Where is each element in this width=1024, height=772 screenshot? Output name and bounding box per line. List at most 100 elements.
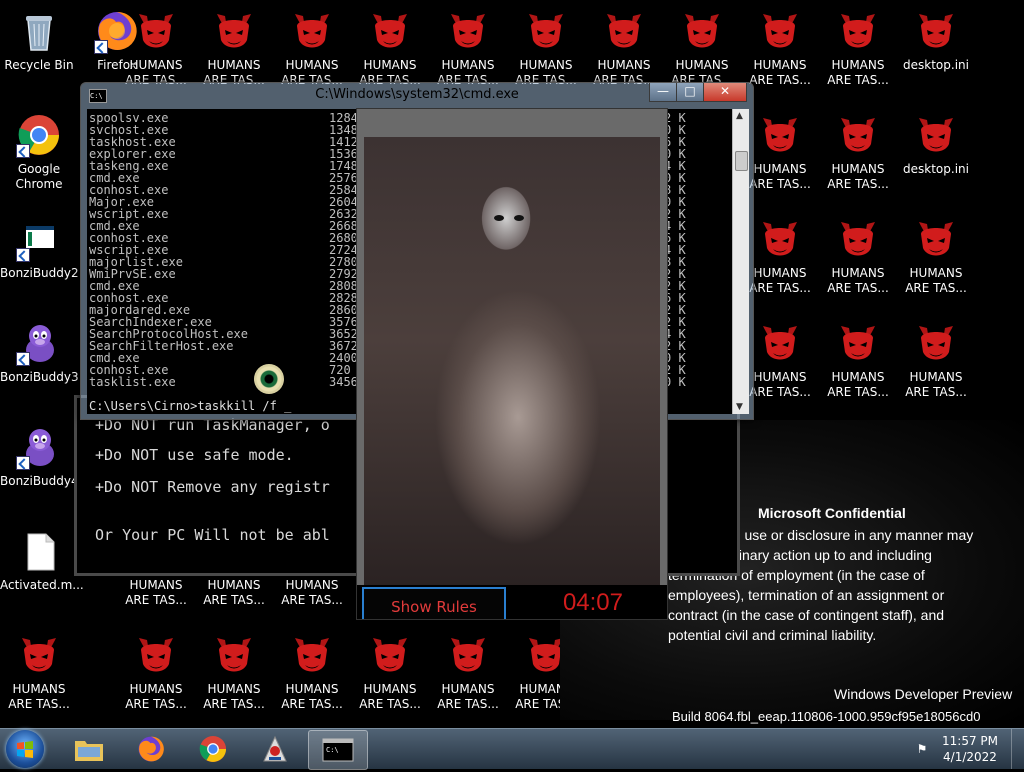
red-demon-icon: [16, 632, 62, 678]
desktop-icon-label: BonziBuddy4: [0, 474, 79, 488]
red-demon-icon: [679, 8, 725, 54]
red-demon-icon: [289, 8, 335, 54]
shortcut-arrow-icon: [16, 456, 30, 470]
build-watermark: Windows Developer Preview: [834, 686, 1013, 702]
ransom-rule: +Do NOT Remove any registr: [95, 478, 330, 496]
taskbar-cmd[interactable]: C:\: [308, 730, 368, 770]
desktop-icon-label: Recycle Bin: [4, 58, 74, 72]
shortcut-arrow-icon: [16, 144, 30, 158]
confidential-line: employees), termination of an assignment…: [668, 587, 945, 603]
shortcut-arrow-icon: [16, 248, 30, 262]
creepy-doll-image: [364, 137, 660, 589]
desktop-icon-humans-are-tas[interactable]: HUMANS ARE TAS...: [897, 316, 975, 412]
firefox-icon: [138, 736, 164, 762]
red-demon-icon: [445, 632, 491, 678]
process-name: tasklist.exe: [89, 375, 176, 389]
desktop-icon-label: HUMANS ARE TAS...: [827, 58, 889, 87]
minimize-button[interactable]: —: [649, 83, 677, 102]
desktop-icon-label: Google Chrome: [15, 162, 63, 191]
desktop-icon-label: desktop.ini: [903, 58, 969, 72]
scroll-thumb[interactable]: [735, 151, 748, 171]
purple-gorilla-icon: [16, 320, 62, 366]
taskbar-firefox[interactable]: [122, 730, 180, 768]
taskbar-explorer[interactable]: [60, 730, 118, 768]
desktop-icon-label: desktop.ini: [903, 162, 969, 176]
red-demon-icon: [835, 8, 881, 54]
red-demon-icon: [835, 320, 881, 366]
desktop-icon-bonzibuddy4[interactable]: BonziBuddy4: [0, 420, 79, 516]
red-demon-icon: [601, 8, 647, 54]
red-demon-icon: [211, 8, 257, 54]
red-demon-icon: [445, 8, 491, 54]
folder-icon: [75, 741, 103, 761]
taskbar-java[interactable]: [246, 730, 304, 768]
desktop-icon-label: HUMANS ARE TAS...: [827, 370, 889, 399]
bonzibuddy-file-icon: [16, 216, 62, 262]
desktop-icon-label: HUMANS ARE TAS...: [437, 682, 499, 711]
show-desktop-button[interactable]: [1011, 729, 1024, 769]
taskbar-chrome[interactable]: [184, 730, 242, 768]
desktop-icon-humans-are-tas[interactable]: HUMANS ARE TAS...: [897, 212, 975, 308]
red-demon-icon: [757, 112, 803, 158]
desktop-icon-humans-are-tas[interactable]: HUMANS ARE TAS...: [819, 316, 897, 412]
recycle-bin-icon: [16, 8, 62, 54]
red-demon-icon: [367, 8, 413, 54]
desktop-icon-label: HUMANS ARE TAS...: [359, 682, 421, 711]
desktop-icon-label: HUMANS ARE TAS...: [905, 370, 967, 399]
process-pid: 3456: [329, 375, 358, 389]
desktop-icon-humans-are-tas[interactable]: HUMANS ARE TAS...: [273, 628, 351, 724]
scroll-up-arrow-icon[interactable]: ▲: [736, 111, 743, 121]
red-demon-icon: [523, 8, 569, 54]
desktop-icon-desktop-ini[interactable]: desktop.ini: [897, 108, 975, 204]
desktop-icon-label: HUMANS ARE TAS...: [827, 162, 889, 191]
ransom-rule: +Do NOT use safe mode.: [95, 446, 294, 464]
desktop-icon-label: HUMANS ARE TAS...: [125, 578, 187, 607]
maximize-button[interactable]: □: [676, 83, 704, 102]
red-demon-icon: [913, 216, 959, 262]
close-button[interactable]: ✕: [703, 83, 747, 102]
desktop-icon-google-chrome[interactable]: Google Chrome: [0, 108, 78, 204]
desktop-icon-humans-are-tas[interactable]: HUMANS ARE TAS...: [819, 212, 897, 308]
java-icon: [263, 735, 287, 762]
cmd-icon: C:\: [322, 738, 354, 762]
red-demon-icon: [211, 632, 257, 678]
desktop-icon-humans-are-tas[interactable]: HUMANS ARE TAS...: [819, 4, 897, 100]
windows-logo-icon: [17, 741, 33, 758]
red-demon-icon: [835, 112, 881, 158]
chrome-icon: [16, 112, 62, 158]
blank-document-icon: [16, 528, 62, 574]
desktop-icon-label: HUMANS ARE TAS...: [827, 266, 889, 295]
photo-footer: Show Rules 04:07: [357, 585, 667, 619]
scroll-down-arrow-icon[interactable]: ▼: [736, 402, 743, 412]
desktop-icon-humans-are-tas[interactable]: HUMANS ARE TAS...: [117, 628, 195, 724]
desktop-icon-bonzibuddy2[interactable]: BonziBuddy2: [0, 212, 79, 308]
show-rules-button[interactable]: Show Rules: [362, 587, 506, 619]
horror-photo-window: Show Rules 04:07: [356, 108, 668, 620]
desktop-icon-humans-are-tas[interactable]: HUMANS ARE TAS...: [351, 628, 429, 724]
purple-gorilla-icon: [16, 424, 62, 470]
desktop-icon-humans-are-tas[interactable]: HUMANS ARE TAS...: [429, 628, 507, 724]
chrome-icon: [199, 735, 227, 763]
red-demon-icon: [913, 320, 959, 366]
system-clock[interactable]: 11:57 PM 4/1/2022: [938, 733, 1002, 765]
desktop-icon-desktop-ini[interactable]: desktop.ini: [897, 4, 975, 100]
desktop-icon-humans-are-tas[interactable]: HUMANS ARE TAS...: [195, 628, 273, 724]
svg-text:C:\: C:\: [326, 746, 339, 754]
action-center-flag-icon[interactable]: ⚑: [914, 741, 930, 757]
desktop-icon-label: HUMANS ARE TAS...: [203, 578, 265, 607]
ransom-warning: Or Your PC Will not be abl: [95, 526, 330, 544]
confidential-title: Microsoft Confidential: [758, 505, 906, 521]
desktop-icon-label: HUMANS ARE TAS...: [125, 682, 187, 711]
desktop-icon-humans-are-tas[interactable]: HUMANS ARE TAS...: [0, 628, 78, 724]
start-button[interactable]: [6, 730, 44, 768]
desktop-icon-label: BonziBuddy2: [0, 266, 79, 280]
desktop-icon-humans-are-tas[interactable]: HUMANS ARE TAS...: [819, 108, 897, 204]
desktop-icon-label: BonziBuddy3: [0, 370, 79, 384]
desktop-icon-bonzibuddy3[interactable]: BonziBuddy3: [0, 316, 79, 412]
scrollbar[interactable]: ▲ ▼: [732, 109, 749, 414]
countdown-timer: 04:07: [562, 589, 623, 616]
desktop-icon-activated-file[interactable]: Activated.m...: [0, 524, 84, 620]
taskbar: C:\ ⚑ 11:57 PM 4/1/2022: [0, 728, 1024, 770]
desktop-icon-recycle-bin[interactable]: Recycle Bin: [0, 4, 78, 100]
confidential-line: zed use or disclosure in any manner may: [718, 527, 974, 543]
